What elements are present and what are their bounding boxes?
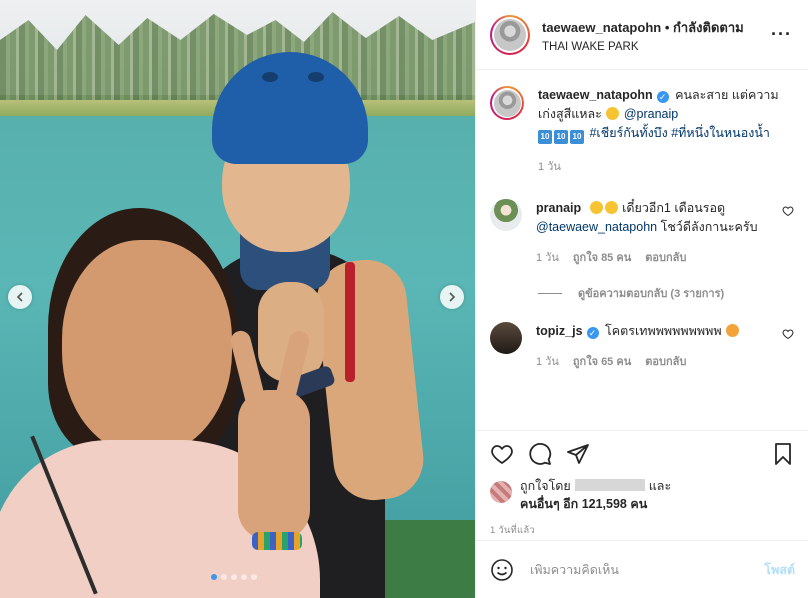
- ten-emoji-icon: 10: [554, 130, 568, 144]
- comment-username[interactable]: topiz_js: [536, 324, 583, 338]
- more-options-icon[interactable]: ···: [771, 24, 792, 45]
- woman-hand: [238, 390, 310, 540]
- comment: pranaip เดี๋ยวอีก1 เดือนรอดู @taewaew_na…: [490, 199, 794, 268]
- author-avatar-image: [494, 18, 526, 51]
- add-comment-input[interactable]: [530, 562, 765, 577]
- carousel-dots: [211, 574, 257, 580]
- man-vest-stripe: [345, 262, 355, 382]
- share-paper-plane-icon[interactable]: [566, 442, 590, 466]
- caption-body: taewaew_natapohn ✓ คนละสาย แต่ความเก่งสูส…: [538, 86, 794, 177]
- add-comment-bar: โพสต์: [476, 540, 808, 598]
- ten-emoji-icon: 10: [538, 130, 552, 144]
- laughing-face-emoji-icon: [606, 107, 620, 120]
- woman-bracelet: [252, 532, 302, 550]
- comment-body: pranaip เดี๋ยวอีก1 เดือนรอดู @taewaew_na…: [536, 199, 774, 268]
- author-username[interactable]: taewaew_natapohn: [542, 20, 661, 35]
- post-comment-button[interactable]: โพสต์: [764, 560, 795, 580]
- save-bookmark-icon[interactable]: [771, 442, 795, 466]
- heart-eyes-emoji-icon: [726, 324, 740, 337]
- comment-like-heart-icon[interactable]: [782, 205, 794, 217]
- liked-by-others[interactable]: คนอื่นๆ อีก 121,598 คน: [520, 497, 647, 511]
- author-avatar-inner: [492, 16, 528, 53]
- post-timestamp[interactable]: 1 วันที่แล้ว: [490, 523, 795, 538]
- comment-meta: 1 วัน ถูกใจ 85 คน ตอบกลับ: [536, 249, 774, 268]
- caption-username[interactable]: taewaew_natapohn: [538, 88, 653, 102]
- caption-avatar-image: [493, 89, 521, 117]
- comment-mention[interactable]: @taewaew_natapohn: [536, 220, 657, 234]
- comment: topiz_js ✓ โคตรเทพพพพพพพพพ 1 วัน ถูกใจ 65…: [490, 322, 794, 372]
- comments-list: taewaew_natapohn ✓ คนละสาย แต่ความเก่งสูส…: [476, 70, 808, 430]
- helmet-vent: [262, 72, 278, 82]
- chevron-left-icon: [16, 292, 23, 302]
- follow-status[interactable]: กำลังติดตาม: [673, 20, 744, 35]
- comment-text: โคตรเทพพพพพพพพพ: [605, 324, 722, 338]
- chevron-right-icon: [449, 292, 456, 302]
- view-replies-label: ดูข้อความตอบกลับ (3 รายการ): [578, 288, 725, 300]
- carousel-next-button[interactable]: [440, 285, 464, 309]
- commenter-avatar[interactable]: [490, 322, 522, 354]
- liker-username-redacted[interactable]: [574, 479, 645, 491]
- commenter-avatar[interactable]: [490, 199, 522, 231]
- rofl-emoji-icon: [604, 201, 618, 214]
- post-location[interactable]: THAI WAKE PARK: [542, 41, 771, 53]
- rofl-emoji-icon: [589, 201, 603, 214]
- instagram-post: taewaew_natapohn • กำลังติดตาม THAI WAKE…: [0, 0, 808, 598]
- emoji-smile-icon[interactable]: [490, 558, 514, 582]
- verified-badge-icon: ✓: [586, 327, 599, 339]
- comment-age: 1 วัน: [536, 356, 559, 368]
- post-photo[interactable]: [0, 0, 475, 598]
- liked-by-suffix: และ: [648, 479, 672, 493]
- header-text: taewaew_natapohn • กำลังติดตาม THAI WAKE…: [542, 17, 771, 53]
- post-actions: ถูกใจโดย และ คนอื่นๆ อีก 121,598 คน 1 วัน…: [476, 430, 808, 538]
- comment-text: เดี๋ยวอีก1 เดือนรอดู: [622, 201, 726, 215]
- comment-age: 1 วัน: [536, 252, 559, 264]
- header-separator: •: [664, 19, 670, 35]
- woman-face: [62, 240, 232, 455]
- verified-badge-icon: ✓: [656, 91, 669, 103]
- helmet-vent: [308, 72, 324, 82]
- comment-body: topiz_js ✓ โคตรเทพพพพพพพพพ 1 วัน ถูกใจ 65…: [536, 322, 774, 372]
- caption-meta: 1 วัน: [538, 158, 794, 177]
- ten-emoji-icon: 10: [570, 130, 584, 144]
- comment-like-heart-icon[interactable]: [782, 328, 794, 340]
- action-icons-row: [490, 441, 795, 467]
- carousel-dot: [211, 574, 217, 580]
- author-avatar[interactable]: [490, 14, 530, 55]
- caption-age: 1 วัน: [538, 161, 561, 173]
- caption-hashtags[interactable]: #เชียร์กันทั้งบึง #ที่หนึ่งในหนองน้ำ: [589, 126, 769, 140]
- like-heart-icon[interactable]: [490, 442, 514, 466]
- comment-text: โชว์ดีลังกานะครับ: [660, 220, 758, 234]
- liked-by: ถูกใจโดย และ คนอื่นๆ อีก 121,598 คน: [490, 477, 795, 513]
- liker-avatar[interactable]: [490, 481, 512, 503]
- carousel-prev-button[interactable]: [8, 285, 32, 309]
- view-replies-line: [538, 292, 562, 294]
- comment-meta: 1 วัน ถูกใจ 65 คน ตอบกลับ: [536, 353, 774, 372]
- post-side-panel: taewaew_natapohn • กำลังติดตาม THAI WAKE…: [475, 0, 808, 598]
- caption-mention[interactable]: @pranaip: [624, 107, 678, 121]
- caption-avatar-inner: [492, 88, 522, 118]
- comment-bubble-icon[interactable]: [528, 442, 552, 466]
- carousel-dot: [251, 574, 257, 580]
- carousel-dot: [231, 574, 237, 580]
- carousel-dot: [221, 574, 227, 580]
- liked-by-prefix: ถูกใจโดย: [520, 479, 571, 493]
- carousel-dot: [241, 574, 247, 580]
- liked-by-text: ถูกใจโดย และ คนอื่นๆ อีก 121,598 คน: [520, 477, 671, 513]
- post-header: taewaew_natapohn • กำลังติดตาม THAI WAKE…: [476, 0, 808, 70]
- caption-avatar[interactable]: [490, 86, 524, 120]
- header-line: taewaew_natapohn • กำลังติดตาม: [542, 17, 771, 38]
- view-replies-button[interactable]: ดูข้อความตอบกลับ (3 รายการ): [538, 284, 794, 302]
- comment-reply-button[interactable]: ตอบกลับ: [645, 353, 686, 372]
- comment-username[interactable]: pranaip: [536, 201, 581, 215]
- comment-likes[interactable]: ถูกใจ 65 คน: [573, 353, 631, 372]
- comment-reply-button[interactable]: ตอบกลับ: [645, 249, 686, 268]
- comment-likes[interactable]: ถูกใจ 85 คน: [573, 249, 631, 268]
- caption: taewaew_natapohn ✓ คนละสาย แต่ความเก่งสูส…: [490, 86, 794, 177]
